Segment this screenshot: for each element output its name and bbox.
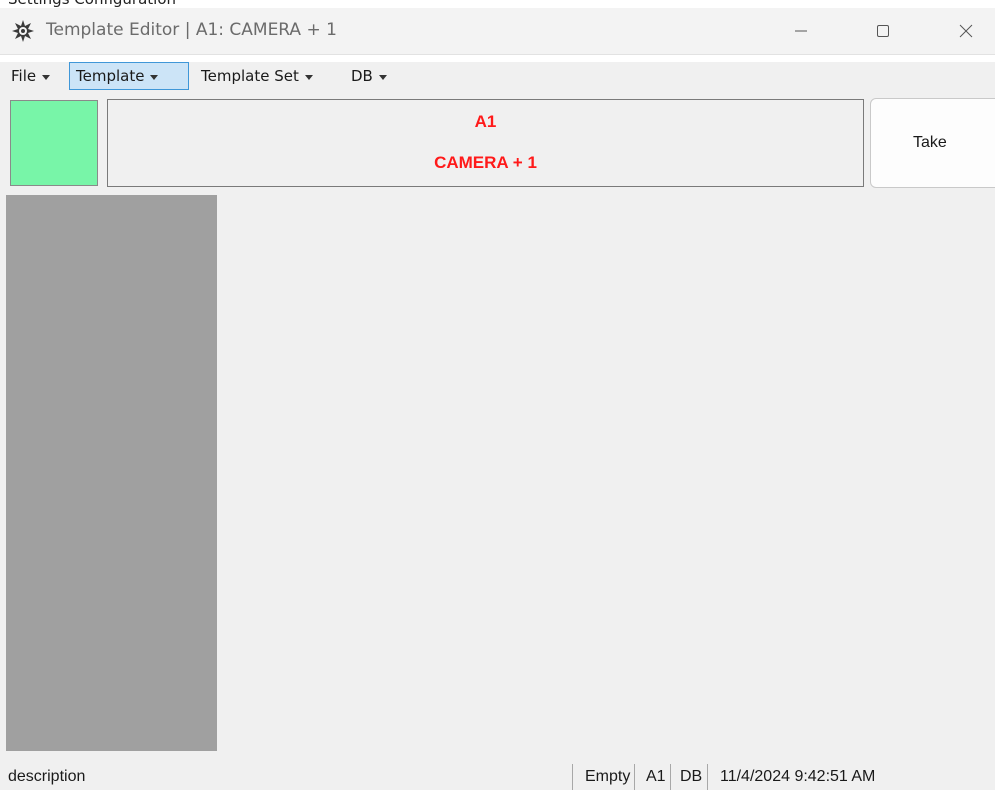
top-cut-strip: Settings Configuration bbox=[0, 0, 995, 8]
minimize-icon bbox=[793, 23, 809, 39]
status-color-swatch[interactable] bbox=[10, 100, 98, 186]
template-slot-label: A1 bbox=[474, 112, 497, 131]
status-separator bbox=[670, 764, 671, 790]
menu-db-label: DB bbox=[351, 67, 373, 85]
main-panel: A1 CAMERA + 1 Take bbox=[0, 92, 995, 764]
menu-template-set-label: Template Set bbox=[201, 67, 299, 85]
minimize-button[interactable] bbox=[772, 8, 830, 54]
menu-db[interactable]: DB bbox=[344, 62, 410, 90]
app-gear-icon bbox=[10, 18, 36, 44]
menu-template-label: Template bbox=[76, 67, 145, 85]
title-bar[interactable]: Template Editor | A1: CAMERA + 1 bbox=[0, 8, 995, 55]
status-slot: A1 bbox=[646, 768, 666, 785]
template-name-label: CAMERA + 1 bbox=[434, 153, 537, 172]
status-separator bbox=[572, 764, 573, 790]
template-list-panel[interactable] bbox=[6, 195, 217, 751]
status-timestamp: 11/4/2024 9:42:51 AM bbox=[720, 768, 876, 785]
status-separator bbox=[707, 764, 708, 790]
menu-template-set[interactable]: Template Set bbox=[194, 62, 344, 90]
menu-bar: File Template Template Set DB bbox=[0, 62, 995, 92]
status-description: description bbox=[8, 768, 86, 785]
template-header: A1 CAMERA + 1 bbox=[107, 99, 864, 187]
top-cut-text: Settings Configuration bbox=[8, 0, 176, 8]
dropdown-caret-icon bbox=[378, 74, 387, 80]
status-source: DB bbox=[680, 768, 703, 785]
dropdown-caret-icon bbox=[42, 74, 51, 80]
dropdown-caret-icon bbox=[150, 74, 159, 80]
window-title: Template Editor | A1: CAMERA + 1 bbox=[46, 20, 337, 40]
take-button[interactable]: Take bbox=[870, 98, 995, 188]
dropdown-caret-icon bbox=[304, 74, 313, 80]
maximize-icon bbox=[875, 23, 891, 39]
menu-template[interactable]: Template bbox=[69, 62, 189, 90]
maximize-button[interactable] bbox=[854, 8, 912, 54]
menu-file[interactable]: File bbox=[4, 62, 70, 90]
status-separator bbox=[634, 764, 635, 790]
close-icon bbox=[958, 23, 974, 39]
menu-file-label: File bbox=[11, 67, 37, 85]
status-bar: description Empty A1 DB 11/4/2024 9:42:5… bbox=[0, 764, 995, 790]
take-button-label: Take bbox=[913, 134, 947, 151]
close-button[interactable] bbox=[937, 8, 995, 54]
status-state: Empty bbox=[585, 768, 631, 785]
